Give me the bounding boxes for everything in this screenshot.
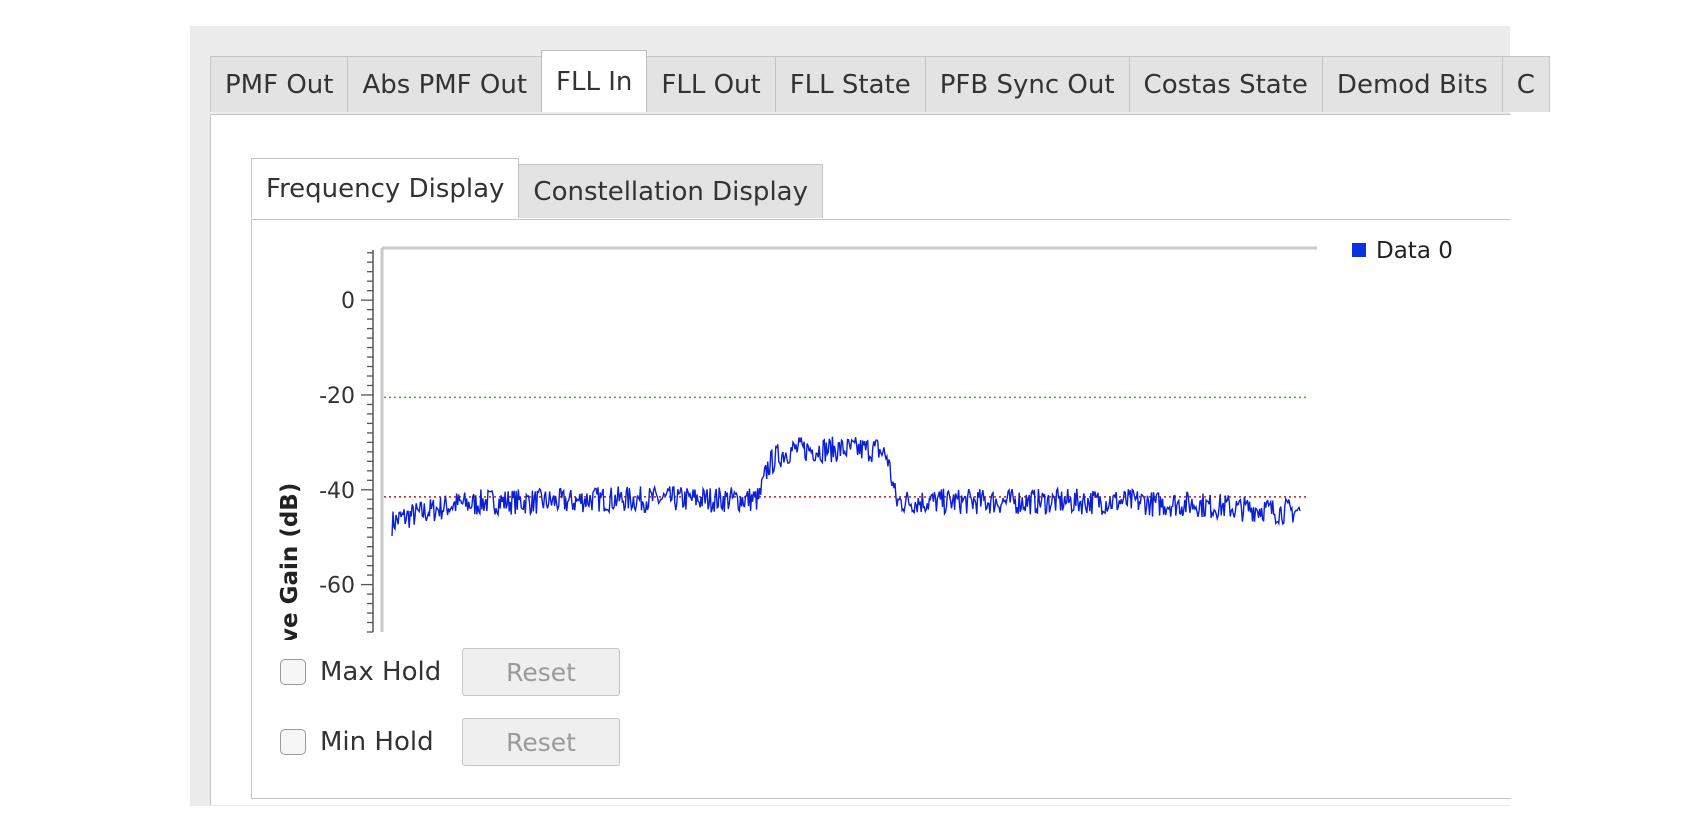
max-hold-label: Max Hold: [320, 657, 442, 687]
y-tick-label: -40: [319, 479, 355, 504]
y-axis-label: ative Gain (dB): [277, 483, 303, 640]
max-hold-reset-button[interactable]: Reset: [462, 648, 620, 696]
max-hold-checkbox[interactable]: [280, 659, 306, 685]
subtab-constellation-display[interactable]: Constellation Display: [518, 164, 823, 218]
subtab-frequency-display[interactable]: Frequency Display: [251, 158, 520, 218]
tab-c[interactable]: C: [1501, 56, 1550, 112]
frequency-plot: 0 -20 -40 -60 ative Gain (dB) Data 0: [277, 240, 1453, 640]
legend-label: Data 0: [1376, 240, 1453, 264]
tab-demod-bits[interactable]: Demod Bits: [1321, 56, 1503, 112]
tab-costas-state[interactable]: Costas State: [1128, 56, 1323, 112]
min-hold-reset-button[interactable]: Reset: [462, 718, 620, 766]
y-tick-label: 0: [341, 289, 355, 314]
tab-pmf-out[interactable]: PMF Out: [210, 56, 349, 112]
tab-fll-in[interactable]: FLL In: [541, 50, 648, 112]
hold-controls: Max Hold Reset Min Hold Reset: [280, 648, 620, 788]
display-tab-bar: Frequency Display Constellation Display: [251, 158, 823, 218]
tab-fll-state[interactable]: FLL State: [774, 56, 926, 112]
max-hold-row: Max Hold Reset: [280, 648, 620, 696]
y-tick-label: -20: [319, 384, 355, 409]
tab-abs-pmf-out[interactable]: Abs PMF Out: [347, 56, 543, 112]
main-tab-bar: PMF Out Abs PMF Out FLL In FLL Out FLL State…: [210, 50, 1550, 112]
series-data-0: [391, 436, 1301, 537]
tab-fll-out[interactable]: FLL Out: [646, 56, 776, 112]
tab-pfb-sync-out[interactable]: PFB Sync Out: [924, 56, 1130, 112]
legend-swatch: [1352, 243, 1366, 257]
y-tick-label: -60: [319, 574, 355, 599]
min-hold-row: Min Hold Reset: [280, 718, 620, 766]
min-hold-label: Min Hold: [320, 727, 434, 757]
min-hold-checkbox[interactable]: [280, 729, 306, 755]
